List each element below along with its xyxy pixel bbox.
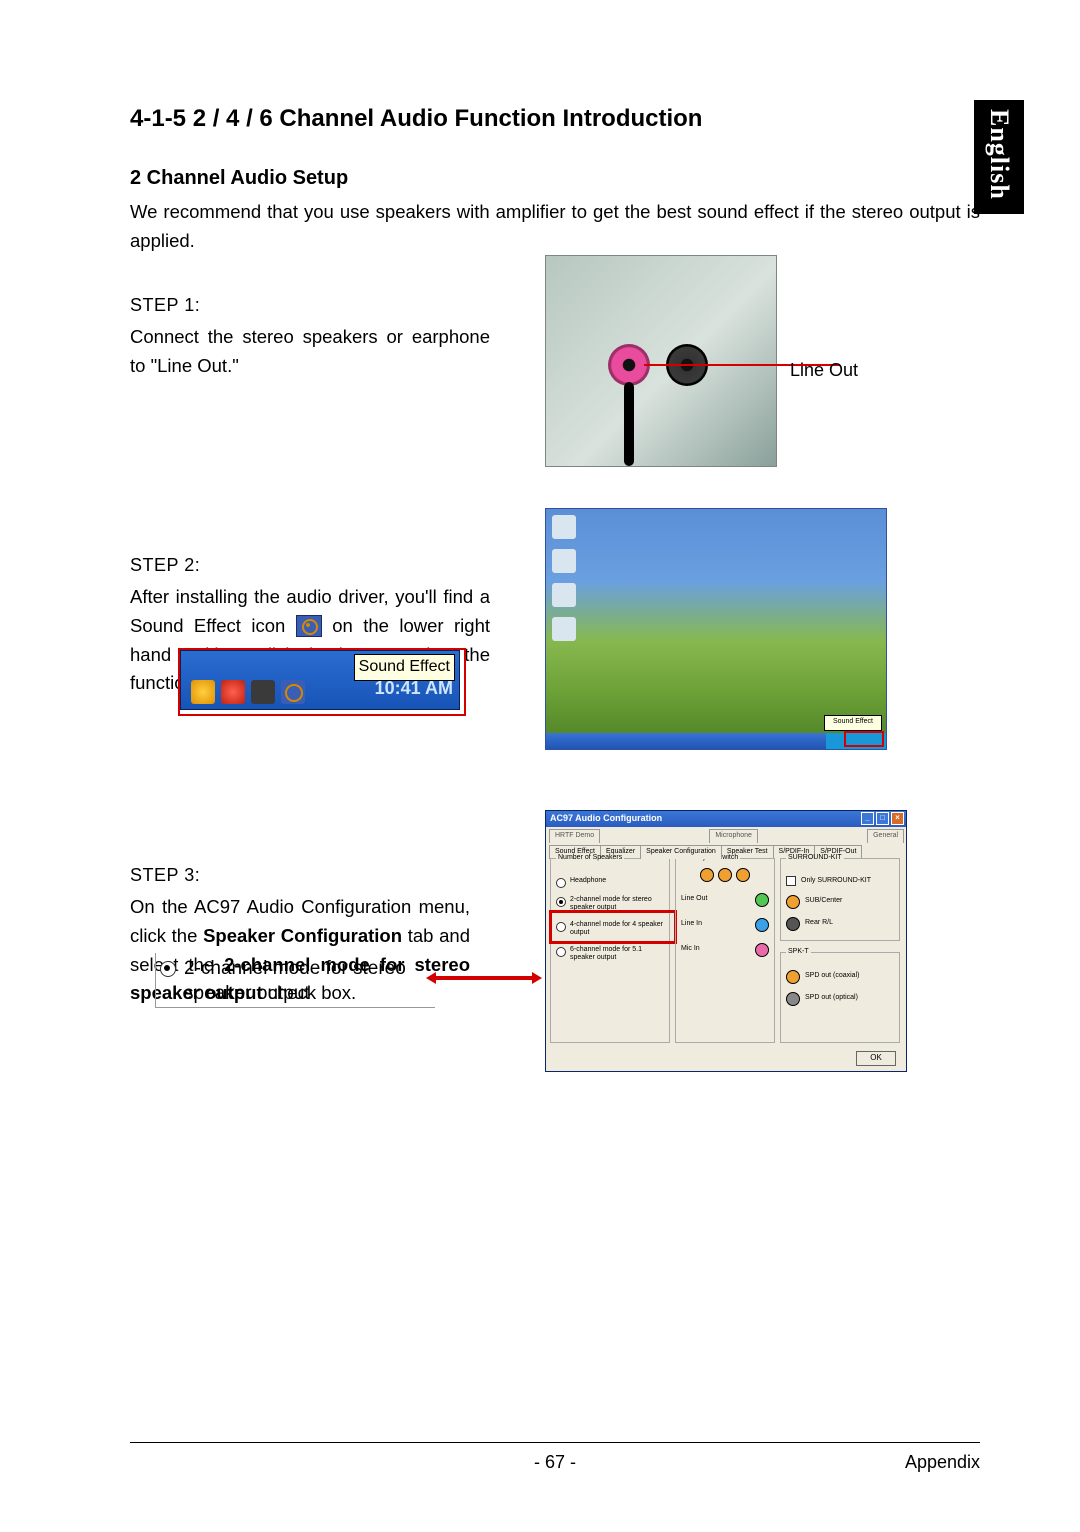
sub-heading: 2 Channel Audio Setup <box>130 163 980 194</box>
sp-label: SPD out (coaxial) <box>805 971 859 982</box>
radio-selected-icon <box>160 961 176 977</box>
sound-effect-tray-icon <box>296 615 322 637</box>
cable-icon <box>624 382 634 466</box>
maximize-button[interactable]: □ <box>876 812 889 825</box>
tab-speaker-configuration[interactable]: Speaker Configuration <box>640 845 722 859</box>
radio-6channel[interactable]: 6-channel mode for 5.1 speaker output <box>556 946 664 962</box>
minimize-button[interactable]: _ <box>861 812 874 825</box>
desktop-icon <box>552 549 576 573</box>
ac97-dialog: AC97 Audio Configuration _ □ × HRTF Demo… <box>545 810 907 1072</box>
radio-2channel[interactable]: 2-channel mode for stereo speaker output <box>556 896 664 912</box>
desktop-screenshot: Sound Effect <box>545 508 887 750</box>
line-out-photo <box>545 255 777 467</box>
jack-icon <box>786 895 800 909</box>
tab-microphone[interactable]: Microphone <box>709 829 758 843</box>
jack-icon <box>700 868 714 882</box>
tray-icon <box>251 680 275 704</box>
page-number: - 67 - <box>534 1449 576 1477</box>
page-footer: - 67 - Appendix <box>130 1442 980 1477</box>
step1-text: Connect the stereo speakers or earphone … <box>130 323 490 380</box>
tab-general[interactable]: General <box>867 829 904 843</box>
desktop-icon <box>552 515 576 539</box>
selected-option-zoom: 2-channel mode for stereo speaker output <box>155 953 435 1008</box>
tray-tooltip: Sound Effect <box>824 715 882 731</box>
radio-headphone[interactable]: Headphone <box>556 877 664 887</box>
highlight-box-icon <box>844 731 884 747</box>
jack-icon <box>786 992 800 1006</box>
jack-icon <box>755 893 769 907</box>
jack-icon <box>736 868 750 882</box>
tab-row-back: HRTF Demo Microphone General <box>546 827 906 843</box>
line-out-callout: Line Out <box>790 357 858 385</box>
jack-label: Mic In <box>681 944 700 955</box>
footer-section: Appendix <box>905 1449 980 1477</box>
spk-t-group: SPK-T SPD out (coaxial) SPD out (optical… <box>780 947 900 1043</box>
tray-icon <box>221 680 245 704</box>
language-tab: English <box>974 100 1024 214</box>
sound-effect-icon <box>281 680 305 704</box>
phonejack-switch-group: Phonejack Switch Line Out Line In Mic In <box>675 853 775 1043</box>
desktop-icon <box>552 617 576 641</box>
jack-icon <box>755 943 769 957</box>
group-label: SURROUND-KIT <box>786 853 844 864</box>
selected-option-label: 2-channel mode for stereo speaker output <box>184 958 406 1004</box>
intro-paragraph: We recommend that you use speakers with … <box>130 198 980 255</box>
sp-label: SPD out (optical) <box>805 993 858 1004</box>
radio-4channel[interactable]: 4-channel mode for 4 speaker output <box>556 921 664 937</box>
taskbar-zoom: Sound Effect 10:41 AM <box>180 650 460 710</box>
tray-icon <box>191 680 215 704</box>
taskbar-clock: 10:41 AM <box>375 675 453 703</box>
jack-label: Line Out <box>681 894 707 905</box>
group-label: SPK-T <box>786 947 811 958</box>
dialog-titlebar: AC97 Audio Configuration _ □ × <box>546 811 906 827</box>
dialog-title: AC97 Audio Configuration <box>550 813 662 823</box>
step3-bold1: Speaker Configuration <box>203 925 402 946</box>
sk-label: Rear R/L <box>805 918 833 929</box>
jack-icon <box>755 918 769 932</box>
page-heading: 4-1-5 2 / 4 / 6 Channel Audio Function I… <box>130 100 980 137</box>
sk-label: SUB/Center <box>805 896 842 907</box>
group-label: Number of Speakers <box>556 853 624 864</box>
surround-kit-group: SURROUND-KIT Only SURROUND-KIT SUB/Cente… <box>780 853 900 941</box>
ok-button[interactable]: OK <box>856 1051 896 1066</box>
jack-icon <box>718 868 732 882</box>
jack-label: Line In <box>681 919 702 930</box>
only-surround-checkbox[interactable]: Only SURROUND-KIT <box>786 876 894 887</box>
tab-hrtf[interactable]: HRTF Demo <box>549 829 600 843</box>
jack-icon <box>786 917 800 931</box>
jack-icon <box>786 970 800 984</box>
desktop-icon <box>552 583 576 607</box>
number-of-speakers-group: Number of Speakers Headphone 2-channel m… <box>550 853 670 1043</box>
double-arrow-icon <box>434 976 534 980</box>
close-button[interactable]: × <box>891 812 904 825</box>
